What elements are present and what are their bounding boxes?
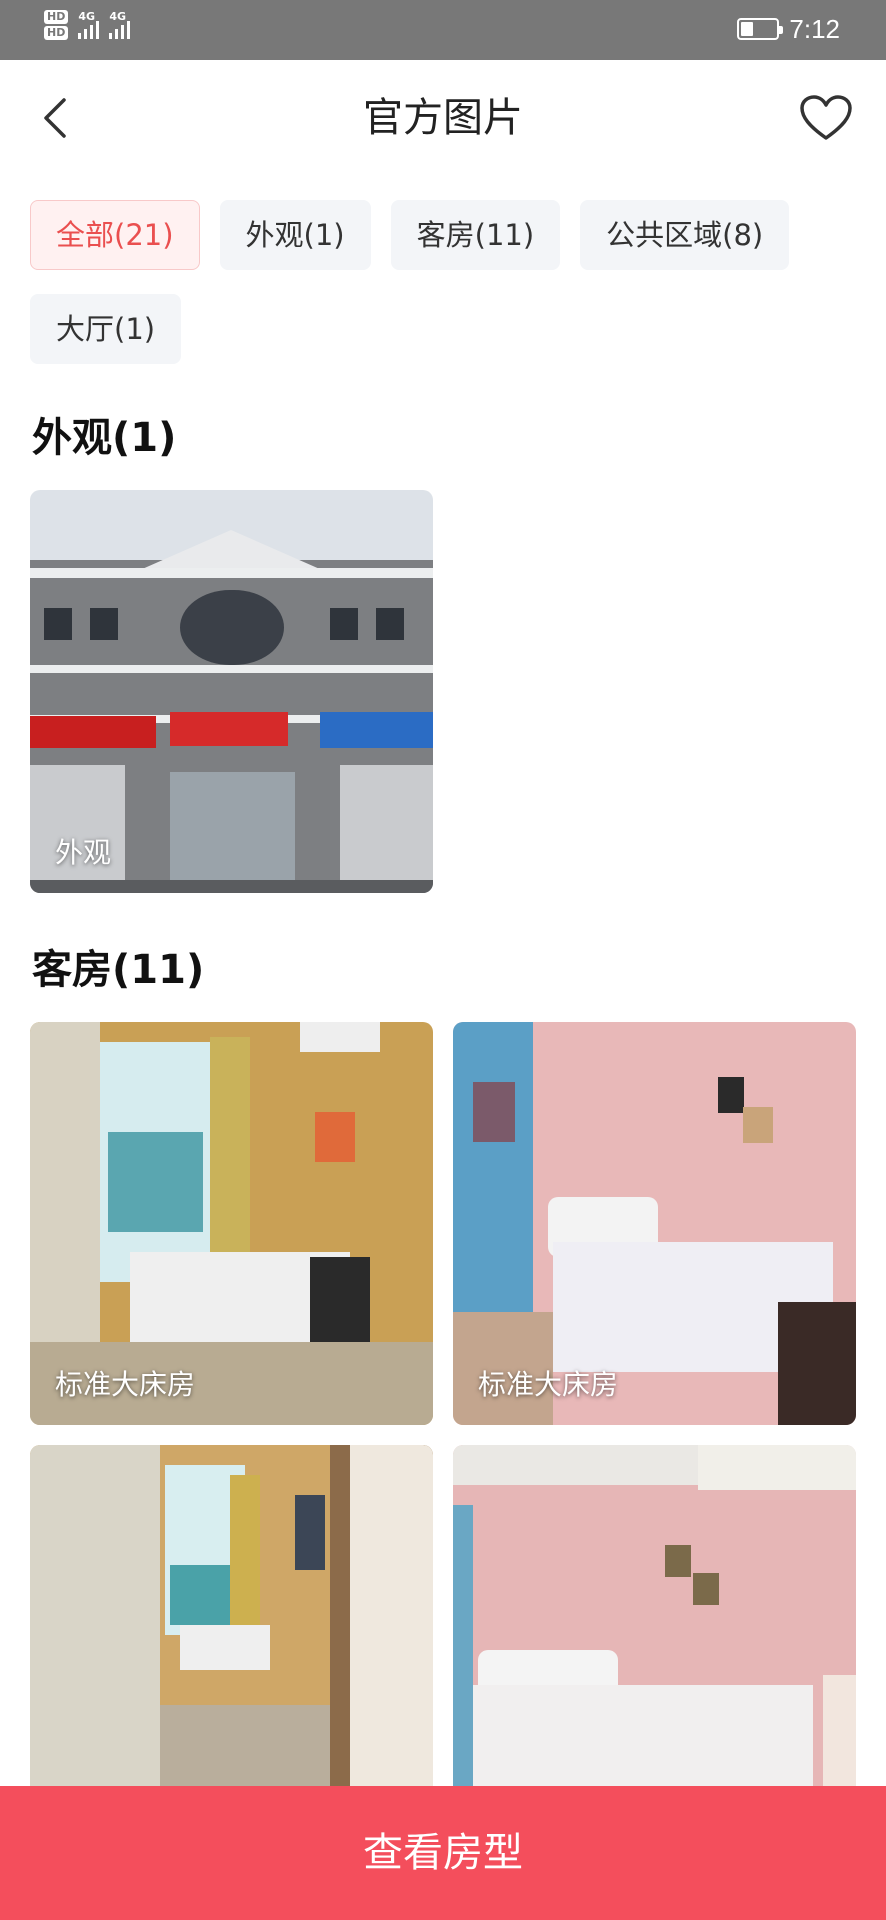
photo-grid-exterior: 外观 [30, 490, 856, 893]
room-image [30, 1022, 433, 1425]
photo-room[interactable]: 标准大床房 [30, 1022, 433, 1425]
battery-icon [737, 18, 784, 40]
hotel-exterior-image [30, 490, 433, 893]
hd-badge: HD [44, 10, 69, 24]
status-left: HD HD 4G 4G [44, 10, 131, 40]
photo-caption: 标准大床房 [478, 1368, 619, 1401]
battery-level [741, 22, 754, 36]
photo-room[interactable]: 标准大床房 [453, 1022, 856, 1425]
network-type: 4G [78, 10, 96, 23]
nav-header: 官方图片 [0, 60, 886, 178]
clock: 7:12 [789, 14, 840, 44]
photo-grid-rooms: 标准大床房 标准大床房 [30, 1022, 856, 1848]
signal-icon: 4G [109, 10, 131, 39]
filter-chip-lobby[interactable]: 大厅(1) [30, 294, 182, 364]
section-title-rooms: 客房(11) [32, 947, 205, 993]
network-type: 4G [109, 10, 127, 23]
heart-icon [800, 95, 852, 140]
room-image [453, 1022, 856, 1425]
photo-caption: 标准大床房 [55, 1368, 196, 1401]
favorite-button[interactable] [796, 88, 856, 148]
hd-badge: HD [44, 26, 69, 40]
filter-chip-rooms[interactable]: 客房(11) [390, 200, 561, 270]
view-room-types-button[interactable]: 查看房型 [0, 1786, 886, 1920]
status-bar: HD HD 4G 4G 7:12 [0, 0, 886, 60]
section-title-exterior: 外观(1) [32, 415, 177, 461]
page-title: 官方图片 [363, 95, 523, 141]
category-filters: 全部(21) 外观(1) 客房(11) 公共区域(8) 大厅(1) [30, 200, 860, 364]
photo-exterior[interactable]: 外观 [30, 490, 433, 893]
hd-indicators: HD HD [44, 10, 69, 40]
photo-caption: 外观 [55, 836, 112, 869]
status-right: 7:12 [737, 14, 840, 44]
filter-chip-exterior[interactable]: 外观(1) [219, 200, 371, 270]
signal-icon: 4G [78, 10, 100, 39]
filter-chip-all[interactable]: 全部(21) [30, 200, 200, 270]
filter-chip-public-area[interactable]: 公共区域(8) [580, 200, 790, 270]
